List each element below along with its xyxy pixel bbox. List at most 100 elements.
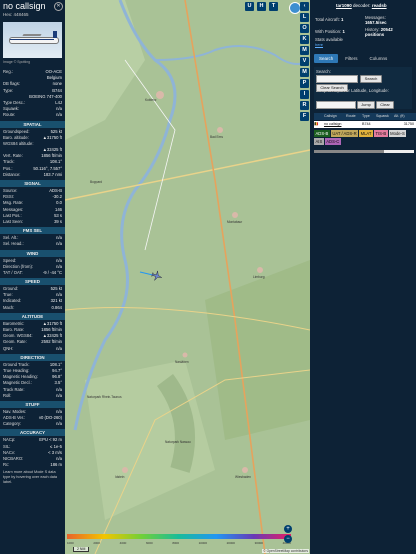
table-row[interactable]: 🇧🇪 no callsign B744 31750 [314, 121, 416, 128]
side-button[interactable]: L [300, 13, 309, 22]
map-attribution[interactable]: © OpenStreetMap contributors [262, 549, 309, 553]
tab-filters[interactable]: Filters [340, 54, 362, 63]
with-position: With Position: 1 [315, 29, 345, 34]
source-chip[interactable]: ADS-B [314, 130, 330, 137]
side-button[interactable]: M [300, 46, 309, 55]
info-row: Distance: 183.7 nmi [0, 172, 65, 178]
info-value: 0.864 [51, 304, 62, 310]
info-label: TAT / OAT: [3, 269, 23, 275]
info-row: QNH: n/a [0, 346, 65, 352]
altitude-legend [67, 534, 291, 539]
map-label: Bad Ems [210, 135, 223, 139]
close-icon[interactable]: ✕ [54, 2, 63, 11]
map-label: Boppard [90, 180, 103, 184]
search-button[interactable]: Search [360, 75, 382, 83]
info-value: n/a [56, 345, 62, 351]
altitude-tick: 2000 [93, 541, 101, 545]
aircraft-header: no callsign Hex: 448465 ✕ [0, 0, 65, 22]
altitude-tick: 10000 [198, 541, 207, 545]
map-background [65, 0, 310, 554]
clear-button[interactable]: Clear [376, 101, 394, 109]
section-header[interactable]: FMS SEL [0, 227, 65, 235]
info-value: 186 m [50, 462, 62, 468]
map-label: Naturpark Rhein-Taunus [87, 395, 122, 399]
info-row: Last Seen: 39 s [0, 219, 65, 225]
history-stat: History: 20542 positions [365, 27, 393, 37]
tar1090-link[interactable]: tar1090 [336, 3, 352, 8]
side-button[interactable]: O [300, 24, 309, 33]
info-row: TAT / OAT: -9 / -44 °C [0, 270, 65, 276]
section-header[interactable]: DIRECTION [0, 353, 65, 361]
source-chip[interactable]: MLAT [359, 130, 373, 137]
map-button-u[interactable]: U [245, 2, 254, 11]
horizontal-scrollbar[interactable] [314, 150, 414, 153]
search-box: Search: Search Clear Search Jump to Airp… [314, 67, 412, 109]
side-button[interactable]: R [300, 101, 309, 110]
info-label: QNH: [3, 345, 14, 351]
stats-link[interactable]: here [315, 42, 323, 47]
source-chip[interactable]: AIS [314, 138, 324, 145]
jump-label: Jump to Airport or Latitude, Longitude: [316, 88, 389, 93]
altitude-ticks: 1000 2000 4000 6000 8000 10000 20000 30000 40000 [67, 541, 291, 545]
info-sections: SPATIAL Groundspeed: 525 kt Baro. altitude:… [0, 120, 65, 469]
altitude-tick: 4000 [119, 541, 127, 545]
map-view[interactable]: Koblenz Bad Ems Montabaur Limburg Nastät… [65, 0, 310, 554]
section-header[interactable]: STUFF [0, 400, 65, 408]
col-header-callsign[interactable]: Callsign [324, 113, 346, 120]
aircraft-list-panel: tar1090 decoder: readsb Total Aircraft: … [310, 0, 416, 554]
tab-search[interactable]: Search [314, 54, 339, 63]
zoom-out-button[interactable]: − [284, 535, 292, 543]
map-label: Limburg [253, 275, 265, 279]
side-button[interactable]: V [300, 57, 309, 66]
info-label: Last Seen: [3, 218, 24, 224]
section-header[interactable]: WIND [0, 249, 65, 257]
version-label: tar1090 decoder: readsb [336, 3, 387, 8]
jump-input[interactable] [316, 101, 356, 109]
info-label: Sel. Head.: [3, 241, 24, 247]
col-header-squawk[interactable]: Squawk [376, 113, 394, 120]
info-label: WGS84 altitude: [3, 140, 34, 146]
col-header-alt[interactable]: Alt. (ft) [394, 113, 414, 120]
readsb-link[interactable]: readsb [372, 3, 387, 8]
col-header[interactable] [314, 113, 324, 120]
source-chip[interactable]: TIS-B [373, 130, 388, 137]
photo-credit[interactable]: Image © Spotting [3, 60, 62, 64]
row-squawk [376, 121, 394, 128]
jump-button[interactable]: Jump [357, 101, 375, 109]
col-header-type[interactable]: Type [362, 113, 376, 120]
side-button[interactable]: I [300, 90, 309, 99]
messages-stat: Messages: 1657.5/sec [365, 15, 387, 25]
side-button[interactable]: P [300, 79, 309, 88]
source-chip[interactable]: UAT / ADS-R [330, 130, 359, 137]
side-button[interactable]: ‹ [300, 2, 309, 11]
info-value: n/a [56, 392, 62, 398]
info-label: Mach: [3, 304, 15, 310]
col-header-route[interactable]: Route [346, 113, 362, 120]
map-button-h[interactable]: H [257, 2, 266, 11]
section-header[interactable]: SIGNAL [0, 180, 65, 187]
callsign: no callsign [3, 1, 46, 11]
row-callsign[interactable]: no callsign [324, 121, 346, 128]
info-value: n/a [56, 421, 62, 427]
map-button-t[interactable]: T [269, 2, 278, 11]
tab-columns[interactable]: Columns [365, 54, 393, 63]
version-bar: tar1090 decoder: readsb [310, 0, 416, 14]
aircraft-photo[interactable] [3, 22, 62, 58]
map-label: Wiesbaden [235, 475, 251, 479]
info-label: Category: [3, 421, 22, 427]
source-chip[interactable]: ADS-C [324, 138, 341, 145]
side-button[interactable]: F [300, 112, 309, 121]
search-input[interactable] [316, 75, 358, 83]
info-value: ▲31750 ft [42, 134, 62, 140]
zoom-in-button[interactable]: + [284, 525, 292, 533]
altitude-tick: 6000 [145, 541, 153, 545]
section-header[interactable]: ACCURACY [0, 429, 65, 437]
section-header[interactable]: SPEED [0, 278, 65, 286]
info-label: Type: [3, 87, 14, 93]
aircraft-info-panel: no callsign Hex: 448465 ✕ Image © Spotti… [0, 0, 65, 554]
source-chip[interactable]: Mode-S [388, 130, 407, 137]
section-header[interactable]: ALTITUDE [0, 312, 65, 320]
section-header[interactable]: SPATIAL [0, 120, 65, 128]
side-button[interactable]: K [300, 35, 309, 44]
side-button[interactable]: M [300, 68, 309, 77]
